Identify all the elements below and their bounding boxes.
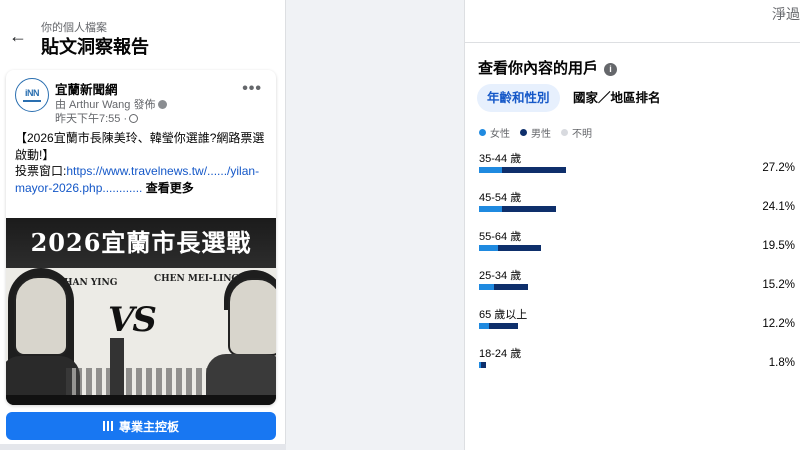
post-card: iNN 宜蘭新聞網 由 Arthur Wang 發佈 昨天下午7:55 · ••… xyxy=(6,70,276,405)
post-image-name-right: CHEN MEI-LING xyxy=(154,274,240,284)
professional-dashboard-label: 專業主控板 xyxy=(118,419,179,434)
female-bar-segment xyxy=(479,206,503,212)
age-row-percent: 19.5% xyxy=(762,240,795,252)
age-row-percent: 24.1% xyxy=(762,201,795,213)
age-row-bar xyxy=(479,362,486,368)
post-text-line2: 投票窗口: xyxy=(15,164,67,178)
age-row-percent: 12.2% xyxy=(762,318,795,330)
age-row-label: 25-34 歲 xyxy=(479,270,522,282)
age-row-bar xyxy=(479,167,567,173)
age-row: 25-34 歲 15.2% xyxy=(479,267,799,297)
left-panel: ← 你的個人檔案 貼文洞察報告 iNN 宜蘭新聞網 由 Arthur Wang … xyxy=(0,0,286,450)
legend-swatch xyxy=(479,129,486,136)
illustration-bottom-band xyxy=(6,395,276,405)
age-row-bar xyxy=(479,206,557,212)
avatar-logo-underline xyxy=(23,99,41,102)
age-row: 18-24 歲 1.8% xyxy=(479,345,799,375)
age-row-percent: 15.2% xyxy=(762,279,795,291)
globe-icon xyxy=(129,114,139,123)
post-image-vs: VS xyxy=(108,300,157,340)
male-bar-segment xyxy=(502,167,567,173)
post-image-name-left: HAN YING xyxy=(64,278,118,288)
male-bar-segment xyxy=(494,284,528,290)
professional-dashboard-button[interactable]: 專業主控板 xyxy=(6,412,276,440)
legend-item: 女性 xyxy=(479,125,510,140)
illustration-face-right xyxy=(228,278,276,356)
bottom-strip xyxy=(0,444,286,450)
male-bar-segment xyxy=(489,323,519,329)
post-text: 【2026宜蘭市長陳美玲、韓瑩你選誰?網路票選啟動!】 投票窗口:https:/… xyxy=(15,130,269,196)
age-row: 35-44 歲 27.2% xyxy=(479,150,799,180)
avatar[interactable]: iNN xyxy=(15,78,49,112)
male-bar-segment xyxy=(481,362,486,368)
age-row: 45-54 歲 24.1% xyxy=(479,189,799,219)
see-more-link[interactable]: 查看更多 xyxy=(142,181,194,195)
male-bar-segment xyxy=(498,245,542,251)
age-row-bar xyxy=(479,323,519,329)
legend-label: 不明 xyxy=(572,129,592,140)
audience-title: 查看你內容的用戶 i xyxy=(478,57,618,78)
top-cut-text: 淨過 xyxy=(772,6,800,22)
age-row-label: 35-44 歲 xyxy=(479,153,522,165)
female-bar-segment xyxy=(479,323,490,329)
female-bar-segment xyxy=(479,284,495,290)
divider xyxy=(465,42,800,43)
bar-chart-icon xyxy=(102,421,113,431)
age-row-bar xyxy=(479,284,528,290)
back-arrow-icon[interactable]: ← xyxy=(8,26,28,46)
female-bar-segment xyxy=(479,245,499,251)
post-image-headline: 2026宜蘭市長選戰 xyxy=(6,218,276,268)
female-bar-segment xyxy=(479,167,503,173)
tab-country-region[interactable]: 國家／地區排名 xyxy=(563,84,671,112)
age-row-bar xyxy=(479,245,542,251)
age-row-label: 18-24 歲 xyxy=(479,348,522,360)
avatar-logo-text: iNN xyxy=(25,87,40,98)
illustration-face-left xyxy=(14,276,68,356)
post-time: 昨天下午7:55 · xyxy=(55,110,139,126)
tab-age-gender[interactable]: 年齡和性別 xyxy=(477,84,560,112)
post-text-line1: 【2026宜蘭市長陳美玲、韓瑩你選誰?網路票選啟動!】 xyxy=(15,131,265,162)
info-icon[interactable]: i xyxy=(604,63,618,76)
age-row-percent: 1.8% xyxy=(768,357,795,369)
post-time-text[interactable]: 昨天下午7:55 · xyxy=(55,113,127,125)
legend-item: 男性 xyxy=(520,125,551,140)
male-bar-segment xyxy=(502,206,557,212)
audience-panel: 淨過 查看你內容的用戶 i 年齡和性別 國家／地區排名 女性 男性 不明 35-44 … xyxy=(464,0,800,450)
post-image[interactable]: 2026宜蘭市長選戰 HAN YING CHEN MEI-LING VS xyxy=(6,218,276,405)
legend-swatch xyxy=(561,129,568,136)
legend: 女性 男性 不明 xyxy=(479,125,592,140)
legend-item: 不明 xyxy=(561,125,592,140)
age-row-label: 45-54 歲 xyxy=(479,192,522,204)
middle-gap xyxy=(286,0,464,450)
more-options-icon[interactable]: ••• xyxy=(242,80,262,98)
legend-label: 女性 xyxy=(490,129,510,140)
age-row: 55-64 歲 19.5% xyxy=(479,228,799,258)
age-row-label: 55-64 歲 xyxy=(479,231,522,243)
info-dot-icon[interactable] xyxy=(158,100,168,109)
age-row-percent: 27.2% xyxy=(762,162,795,174)
audience-title-text: 查看你內容的用戶 xyxy=(478,60,599,77)
page-title: 貼文洞察報告 xyxy=(41,37,149,57)
age-row-label: 65 歲以上 xyxy=(479,309,528,321)
legend-label: 男性 xyxy=(531,129,551,140)
age-row: 65 歲以上 12.2% xyxy=(479,306,799,336)
legend-swatch xyxy=(520,129,527,136)
